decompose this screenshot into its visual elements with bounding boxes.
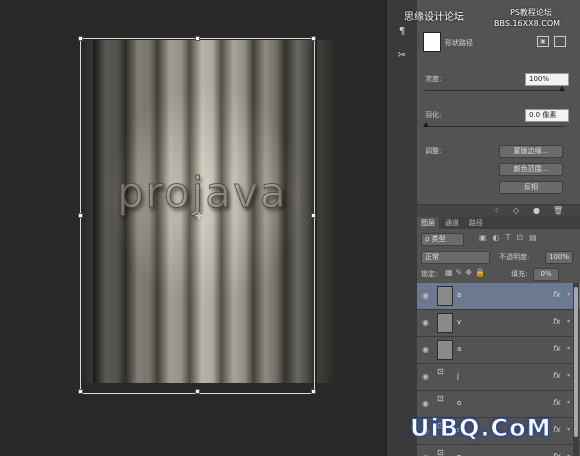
fx-icon[interactable]: fx — [553, 371, 561, 380]
layer-thumbnail: ⊡ — [437, 448, 451, 456]
density-input[interactable]: 100% — [525, 73, 569, 86]
scissors-icon[interactable]: ✂ — [395, 50, 409, 64]
layer-row[interactable]: ◉ ⊡ j fx ▾ — [417, 364, 580, 391]
chevron-down-icon[interactable]: ▾ — [567, 399, 570, 406]
layer-row[interactable]: ◉ a fx ▾ — [417, 283, 580, 310]
transform-handle[interactable] — [78, 36, 83, 41]
mask-edge-button[interactable]: 蒙版边缘... — [499, 145, 563, 158]
pixel-mask-icon[interactable]: ▣ — [537, 36, 549, 47]
fx-icon[interactable]: fx — [553, 290, 561, 299]
invert-button[interactable]: 反相 — [499, 181, 563, 194]
layer-row[interactable]: ◉ v fx ▾ — [417, 310, 580, 337]
eye-icon[interactable]: ◉ — [422, 372, 429, 381]
canvas-area[interactable]: projava ✛ — [0, 0, 386, 456]
chevron-down-icon[interactable]: ▾ — [567, 291, 570, 298]
panel-icon-strip: ¶ ✂ — [386, 0, 417, 456]
density-slider-track[interactable] — [425, 90, 565, 91]
layer-thumbnail: ⊡ — [437, 394, 451, 412]
transform-handle[interactable] — [195, 389, 200, 394]
feather-slider-track[interactable] — [425, 126, 565, 127]
layer-filter-select[interactable]: ρ 类型 — [421, 233, 464, 246]
layer-name: a — [457, 291, 462, 299]
fill-input[interactable]: 0% — [533, 268, 559, 281]
density-slider-knob[interactable] — [559, 86, 565, 91]
eye-icon[interactable]: ◉ — [422, 345, 429, 354]
tab-paths[interactable]: 路径 — [465, 217, 487, 229]
eye-icon[interactable]: ◉ — [422, 291, 429, 300]
eye-icon[interactable]: ◉ — [422, 318, 429, 327]
transform-handle[interactable] — [311, 36, 316, 41]
chevron-down-icon[interactable]: ▾ — [567, 372, 570, 379]
layer-thumbnail — [437, 340, 453, 360]
layer-name: v — [457, 318, 462, 326]
layer-name: a — [457, 345, 462, 353]
layer-row[interactable]: ◉ a fx ▾ — [417, 337, 580, 364]
watermark-top-left: 思缘设计论坛 — [404, 12, 464, 23]
layer-thumbnail — [437, 313, 453, 333]
lock-label: 锁定: — [421, 270, 438, 278]
transform-handle[interactable] — [195, 36, 200, 41]
adjust-label: 调整: — [425, 147, 442, 155]
fill-label: 填充: — [511, 270, 528, 278]
layer-name: o — [457, 399, 462, 407]
layer-row[interactable]: ◉ ⊡ p fx ▾ — [417, 445, 580, 456]
properties-panel: 形状路径 ▣ 浓度: 100% 羽化: 0.0 像素 调整: 蒙版边缘... 颜… — [417, 0, 580, 212]
density-label: 浓度: — [425, 75, 442, 83]
chevron-down-icon[interactable]: ▾ — [567, 318, 570, 325]
layer-thumbnail: ⊡ — [437, 367, 451, 385]
fx-icon[interactable]: fx — [553, 425, 561, 434]
layer-thumbnail — [437, 286, 453, 306]
fx-icon[interactable]: fx — [553, 398, 561, 407]
layers-tab-bar: 图层 通道 路径 — [417, 217, 580, 229]
lock-icons[interactable]: ▦✎✥🔒 — [445, 268, 488, 277]
scrollbar-thumb[interactable] — [574, 287, 578, 437]
opacity-label: 不透明度: — [499, 253, 530, 261]
feather-label: 羽化: — [425, 111, 442, 119]
opacity-input[interactable]: 100% — [545, 251, 573, 264]
filter-icons[interactable]: ▣◐T⊡▤ — [479, 233, 543, 242]
properties-footer: ⁘ ◇ ● 🗑 — [417, 204, 580, 218]
fx-icon[interactable]: fx — [553, 317, 561, 326]
color-range-button[interactable]: 颜色范围... — [499, 163, 563, 176]
eye-icon[interactable]: ◉ — [422, 399, 429, 408]
blend-mode-select[interactable]: 正常 — [421, 251, 490, 264]
watermark-bottom: UiBQ.CoM — [410, 414, 552, 443]
mask-thumbnail[interactable] — [423, 32, 441, 52]
fx-icon[interactable]: fx — [553, 344, 561, 353]
visibility-icon[interactable]: ● — [533, 206, 540, 215]
paragraph-icon[interactable]: ¶ — [395, 26, 409, 40]
transform-handle[interactable] — [78, 213, 83, 218]
chevron-down-icon[interactable]: ▾ — [567, 345, 570, 352]
transform-handle[interactable] — [311, 213, 316, 218]
watermark-top-sub: BBS.16XX8.COM — [494, 19, 561, 28]
feather-input[interactable]: 0.0 像素 — [525, 109, 569, 122]
properties-header-label: 形状路径 — [445, 39, 473, 47]
apply-mask-icon[interactable]: ◇ — [513, 206, 519, 215]
tab-layers[interactable]: 图层 — [417, 217, 439, 229]
transform-handle[interactable] — [311, 389, 316, 394]
watermark-top-right: PS教程论坛 — [510, 8, 552, 17]
layers-scrollbar[interactable] — [573, 283, 579, 456]
crosshair-cursor-icon: ✛ — [195, 212, 203, 222]
layer-name: j — [457, 372, 459, 380]
feather-slider-knob[interactable] — [423, 122, 429, 127]
chevron-down-icon[interactable]: ▾ — [567, 426, 570, 433]
selection-icon[interactable]: ⁘ — [493, 206, 500, 215]
tab-channels[interactable]: 通道 — [441, 217, 463, 229]
transform-handle[interactable] — [78, 389, 83, 394]
trash-icon[interactable]: 🗑 — [553, 206, 563, 215]
vector-mask-icon[interactable] — [554, 36, 566, 47]
fx-icon[interactable]: fx — [553, 452, 561, 456]
